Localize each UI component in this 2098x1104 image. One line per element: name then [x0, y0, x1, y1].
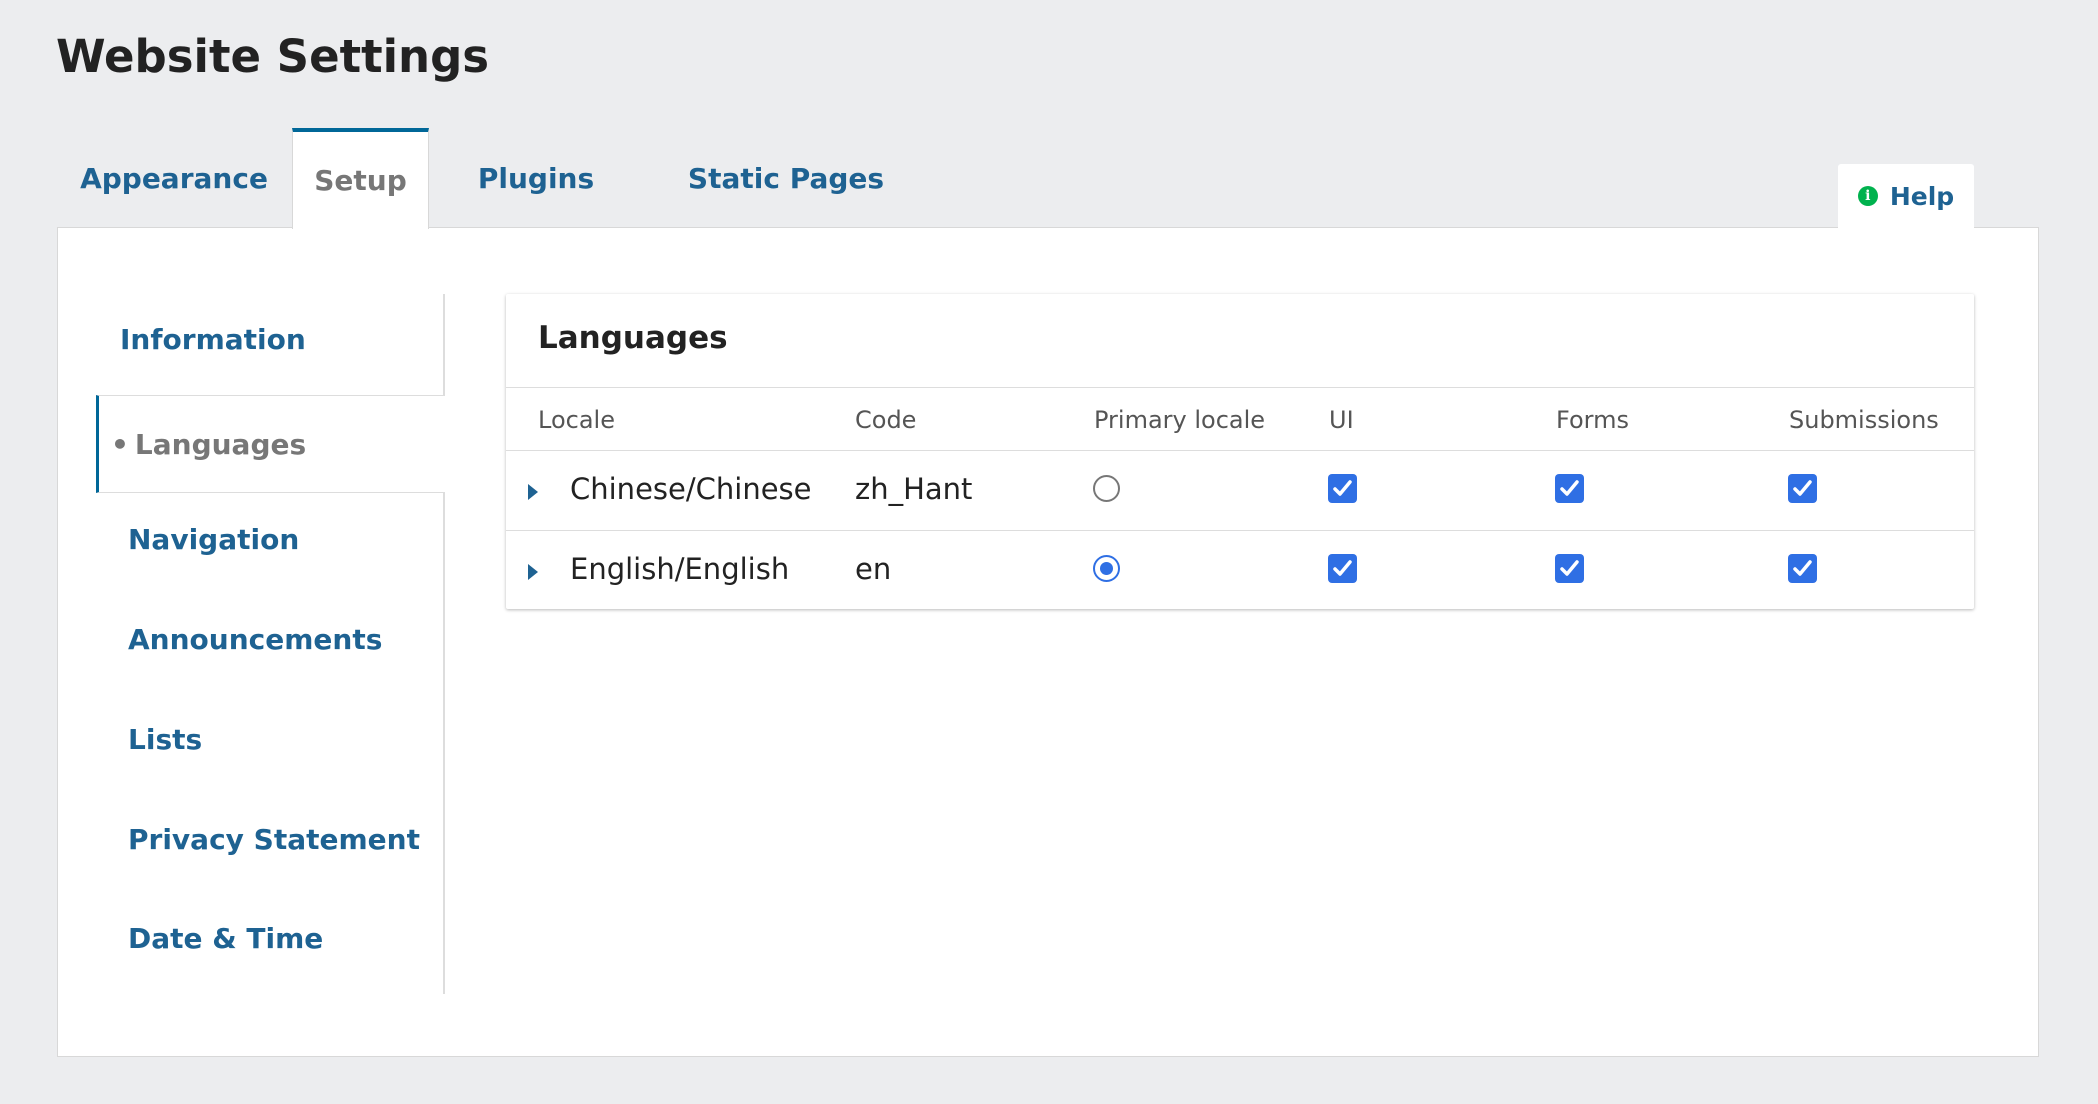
expand-arrow-icon[interactable]	[528, 564, 538, 580]
tab-appearance[interactable]: Appearance	[58, 128, 290, 228]
column-header-primary-locale: Primary locale	[1094, 406, 1266, 434]
side-nav-languages-label: Languages	[134, 427, 307, 461]
locale-name: Chinese/Chinese	[570, 472, 812, 506]
column-header-locale: Locale	[538, 406, 615, 434]
side-nav-privacy-statement[interactable]: Privacy Statement	[128, 823, 420, 856]
tab-static-pages[interactable]: Static Pages	[630, 128, 942, 228]
locale-code: en	[855, 552, 892, 586]
info-icon: i	[1857, 186, 1878, 206]
side-nav-announcements[interactable]: Announcements	[128, 623, 382, 656]
submissions-checkbox[interactable]	[1788, 554, 1817, 583]
tab-plugins[interactable]: Plugins	[442, 128, 630, 228]
languages-card: Languages Locale Code Primary locale UI …	[506, 294, 1974, 609]
side-nav-languages[interactable]: • Languages	[96, 395, 445, 493]
column-header-ui: UI	[1329, 406, 1354, 434]
divider	[506, 530, 1974, 531]
languages-title: Languages	[538, 320, 728, 356]
forms-checkbox[interactable]	[1555, 474, 1584, 503]
locale-code: zh_Hant	[855, 472, 973, 506]
side-nav-date-time[interactable]: Date & Time	[128, 922, 323, 955]
ui-checkbox[interactable]	[1328, 474, 1357, 503]
side-nav-information[interactable]: Information	[120, 323, 306, 356]
active-bullet: •	[111, 427, 129, 461]
column-header-submissions: Submissions	[1789, 406, 1939, 434]
locale-name: English/English	[570, 552, 790, 586]
tab-setup[interactable]: Setup	[292, 128, 429, 229]
help-button[interactable]: i Help	[1838, 164, 1974, 228]
setup-panel: Information • Languages Navigation Annou…	[57, 227, 2039, 1057]
expand-arrow-icon[interactable]	[528, 484, 538, 500]
side-nav: Information • Languages Navigation Annou…	[58, 294, 445, 994]
ui-checkbox[interactable]	[1328, 554, 1357, 583]
divider	[506, 387, 1974, 388]
primary-locale-radio[interactable]	[1093, 555, 1120, 582]
side-nav-lists[interactable]: Lists	[128, 723, 202, 756]
primary-locale-radio[interactable]	[1093, 475, 1120, 502]
page-title: Website Settings	[56, 30, 490, 83]
submissions-checkbox[interactable]	[1788, 474, 1817, 503]
help-label: Help	[1889, 181, 1955, 211]
divider	[506, 450, 1974, 451]
column-header-code: Code	[855, 406, 917, 434]
forms-checkbox[interactable]	[1555, 554, 1584, 583]
side-nav-navigation[interactable]: Navigation	[128, 523, 299, 556]
column-header-forms: Forms	[1556, 406, 1629, 434]
